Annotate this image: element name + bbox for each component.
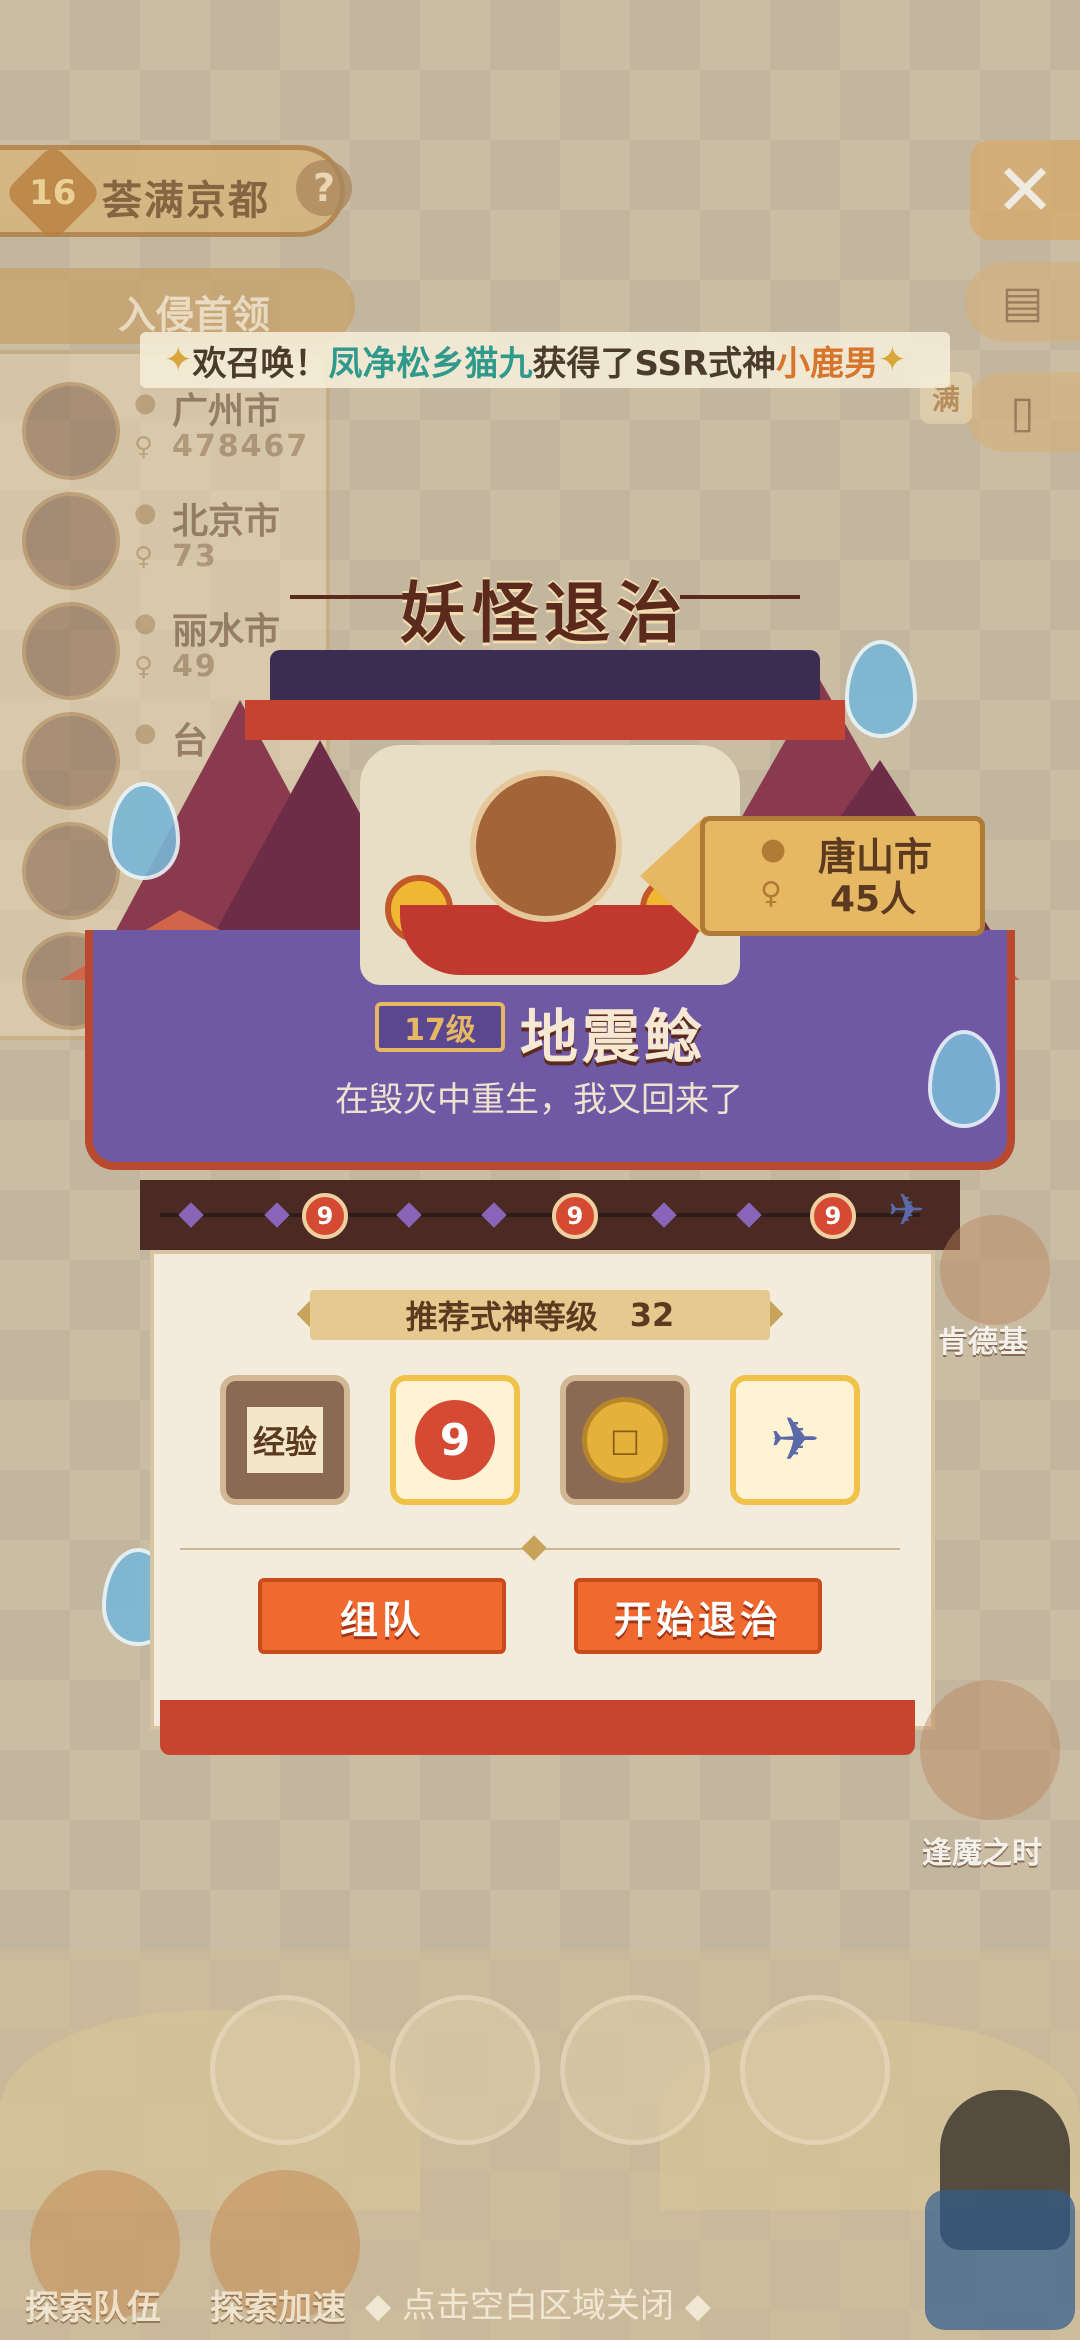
avatar	[22, 382, 120, 480]
gold-coin-icon: □	[582, 1397, 668, 1483]
boss-level: 17级	[375, 1002, 505, 1052]
shikigami-slot[interactable]	[390, 1995, 540, 2145]
shikigami-slot[interactable]	[740, 1995, 890, 2145]
title-decoration	[680, 595, 800, 599]
start-button[interactable]: 开始退治	[574, 1578, 822, 1654]
fengmo-event-icon[interactable]	[920, 1680, 1060, 1820]
player-icon: ♀	[134, 432, 154, 462]
explore-speed-label: 探索加速	[210, 2288, 346, 2328]
star-icon: ✦	[164, 340, 193, 380]
panel-footer	[160, 1700, 915, 1755]
red-coin-icon: 9	[415, 1400, 495, 1480]
location-pin-icon: ●	[134, 388, 157, 418]
reward-paper-crane[interactable]: ✈	[730, 1375, 860, 1505]
reward-exp-scroll[interactable]: 经验	[220, 1375, 350, 1505]
progress-coin-icon: 9	[302, 1193, 348, 1239]
boss-quote: 在毁灭中重生，我又回来了	[335, 1080, 743, 1120]
torii-beam	[245, 700, 845, 740]
question-icon[interactable]: ?	[296, 160, 352, 216]
crane-icon: ✈	[888, 1185, 925, 1236]
city-title: 荟满京都	[102, 178, 270, 224]
location-pin-icon: ●	[760, 832, 787, 867]
shikigami-slot[interactable]	[560, 1995, 710, 2145]
recommended-level-bar: 推荐式神等级 32	[310, 1290, 770, 1340]
reward-red-coin[interactable]: 9	[390, 1375, 520, 1505]
kumamon-coat	[925, 2190, 1075, 2330]
close-icon[interactable]: ✕	[970, 140, 1080, 240]
sign-player-count: 45人	[830, 879, 917, 920]
kendeji-label: 肯德基	[938, 1325, 1028, 1360]
player-icon: ♀	[134, 542, 154, 572]
calendar-icon[interactable]: ▤	[965, 262, 1080, 342]
shikigami-slot[interactable]	[210, 1995, 360, 2145]
card-icon[interactable]: ▯	[965, 372, 1080, 452]
list-item[interactable]: ● 北京市 ♀ 73	[22, 484, 322, 590]
avatar	[22, 492, 120, 590]
crane-icon: ✈	[769, 1405, 821, 1475]
reward-gold-coin[interactable]: □	[560, 1375, 690, 1505]
city-sign-arrow	[640, 816, 705, 936]
list-item[interactable]: ● 广州市 ♀ 478467	[22, 374, 322, 480]
explore-team-label: 探索队伍	[25, 2288, 161, 2328]
location-pin-icon: ●	[134, 498, 157, 528]
invasion-label: 入侵首领	[118, 293, 271, 337]
progress-coin-icon: 9	[810, 1193, 856, 1239]
kendeji-event-icon[interactable]	[940, 1215, 1050, 1325]
progress-coin-icon: 9	[552, 1193, 598, 1239]
monkey-rider	[470, 770, 622, 922]
close-hint: ◆ 点击空白区域关闭 ◆	[365, 2286, 711, 2326]
hill	[0, 2010, 420, 2210]
boss-name: 地震鲶	[520, 1003, 707, 1071]
star-icon: ✦	[878, 340, 907, 380]
player-icon: ♀	[760, 876, 782, 911]
team-button[interactable]: 组队	[258, 1578, 506, 1654]
announcement-marquee: ✦ 欢召唤！ 凤净松乡猫九 获得了SSR式神 小鹿男 ✦	[140, 332, 950, 388]
fengmo-label: 逢魔之时	[922, 1836, 1042, 1871]
title-decoration	[290, 595, 410, 599]
